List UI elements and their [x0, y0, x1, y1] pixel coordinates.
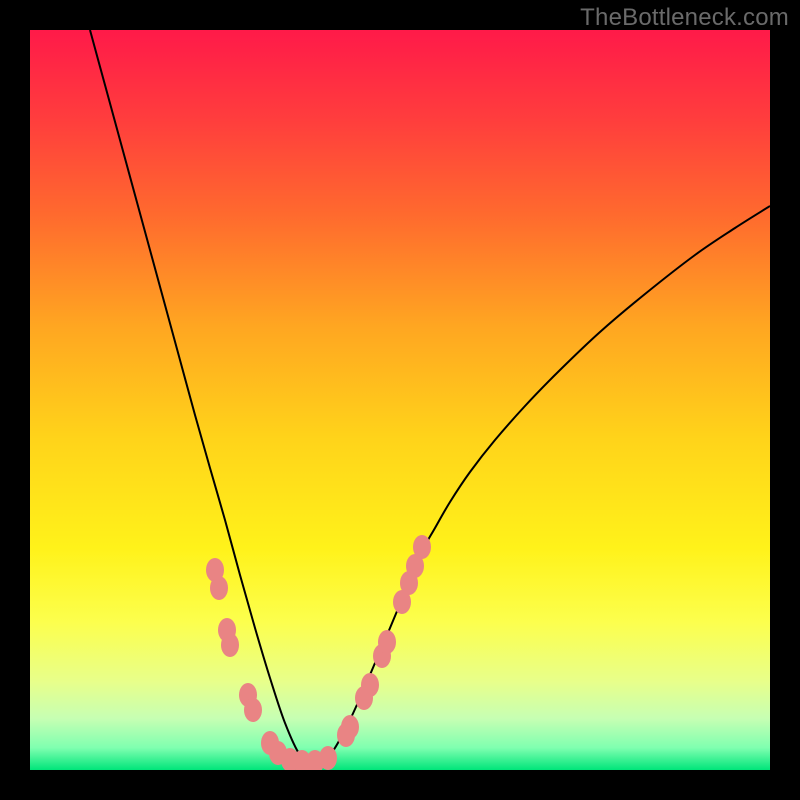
highlight-marker [319, 746, 337, 770]
watermark-text: TheBottleneck.com [580, 4, 789, 32]
highlight-marker [244, 698, 262, 722]
chart-svg [30, 30, 770, 770]
highlight-marker [361, 673, 379, 697]
plot-area [30, 30, 770, 770]
highlight-marker [210, 576, 228, 600]
heat-gradient-background [30, 30, 770, 770]
highlight-marker [413, 535, 431, 559]
highlight-marker [341, 715, 359, 739]
highlight-marker [378, 630, 396, 654]
highlight-marker [221, 633, 239, 657]
chart-frame: TheBottleneck.com [0, 0, 800, 800]
